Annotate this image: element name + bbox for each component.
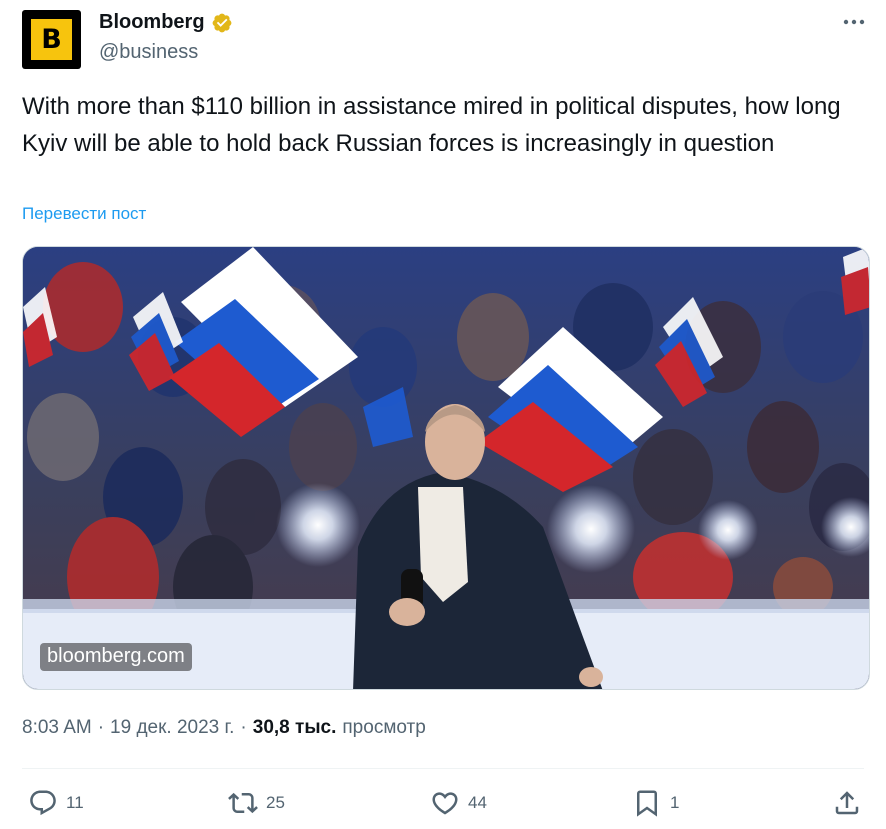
reply-count: 11: [66, 793, 84, 812]
meta-separator: ·: [240, 717, 247, 738]
views-label: просмотр: [342, 717, 426, 738]
action-bar: 11 25 44 1: [0, 788, 886, 822]
share-button[interactable]: [832, 788, 862, 818]
avatar-logo: B: [31, 19, 72, 60]
tweet-media[interactable]: bloomberg.com: [22, 246, 870, 690]
tweet-time[interactable]: 8:03 AM: [22, 717, 92, 739]
share-icon: [835, 791, 859, 815]
avatar[interactable]: B: [22, 10, 81, 69]
meta-separator: ·: [97, 717, 105, 738]
reply-icon: [30, 790, 56, 816]
verified-badge-icon: [212, 13, 231, 32]
views-count: 30,8 тыс.: [252, 717, 337, 738]
like-icon: [432, 792, 458, 815]
media-watermark: bloomberg.com: [40, 643, 192, 671]
media-photo: [23, 247, 869, 689]
translate-link[interactable]: Перевести пост: [22, 204, 146, 224]
display-name[interactable]: Bloomberg: [99, 11, 205, 34]
bookmark-button[interactable]: 1: [632, 788, 679, 818]
author-name-row: Bloomberg: [99, 11, 233, 34]
reply-button[interactable]: 11: [28, 788, 84, 818]
repost-icon: [228, 792, 258, 814]
tweet-meta: 8:03 AM · 19 дек. 2023 г. · 30,8 тыс. пр…: [22, 717, 426, 739]
like-count: 44: [468, 793, 487, 812]
handle[interactable]: @business: [99, 41, 198, 64]
more-icon[interactable]: [840, 12, 868, 32]
repost-count: 25: [266, 793, 285, 812]
bookmark-icon: [637, 790, 657, 817]
repost-button[interactable]: 25: [228, 788, 285, 818]
like-button[interactable]: 44: [430, 788, 487, 818]
divider: [22, 768, 864, 769]
tweet-date[interactable]: 19 дек. 2023 г.: [110, 717, 234, 739]
tweet-text: With more than $110 billion in assistanc…: [22, 93, 841, 157]
bookmark-count: 1: [670, 793, 680, 812]
